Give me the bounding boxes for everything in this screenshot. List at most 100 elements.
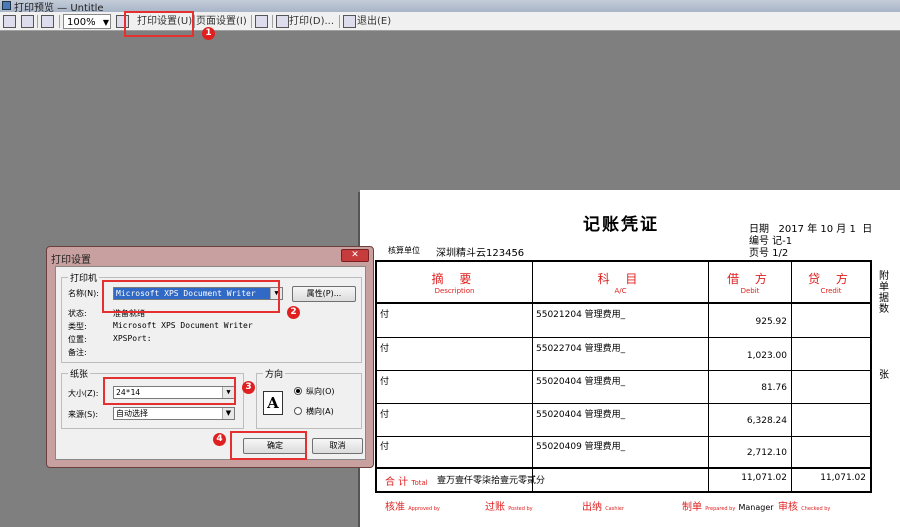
header-summary-cn: 摘 要 [431, 272, 478, 286]
portrait-page-icon: A [263, 391, 283, 415]
landscape-radio[interactable] [294, 407, 302, 415]
row-summary: 付 [380, 344, 390, 354]
voucher-page-number: 页号 1/2 [749, 248, 789, 259]
zoom-select[interactable]: 100% ▼ [63, 14, 111, 29]
row-debit: 925.92 [755, 317, 788, 327]
signature-label: 制单 [682, 502, 702, 513]
row-account: 55020404 管理费用_ [536, 410, 626, 420]
date-day: 1 [849, 224, 856, 235]
signature-label-en: Approved by [408, 506, 440, 512]
layout-icon[interactable] [255, 15, 268, 28]
row-debit: 6,328.24 [746, 416, 787, 426]
step-badge-1: 1 [202, 27, 215, 40]
toolbar-separator [272, 15, 273, 28]
status-label: 状态: [68, 309, 87, 318]
voucher-title: 记账凭证 [583, 215, 659, 235]
row-line [377, 436, 870, 437]
step-badge-3: 3 [242, 381, 255, 394]
signature-label: 核准 [385, 502, 405, 513]
printer-name-highlight [102, 280, 280, 313]
signature-label-en: Prepared by [705, 506, 736, 512]
header-summary: 摘 要 Description [377, 262, 532, 295]
signature-label-en: Checked by [801, 506, 831, 512]
total-label-en: Total [411, 479, 428, 487]
row-account: 55022704 管理费用_ [536, 344, 626, 354]
total-in-words: 壹万壹仟零柒拾壹元零贰分 [437, 476, 546, 486]
ok-button-highlight [230, 431, 307, 460]
grid-icon[interactable] [41, 15, 54, 28]
dialog-close-button[interactable]: ✕ [341, 249, 369, 262]
col-line [532, 262, 533, 491]
toolbar-separator [59, 15, 60, 28]
row-summary: 付 [380, 310, 390, 320]
toolbar-separator [339, 15, 340, 28]
total-label-cn: 合 计 [385, 477, 409, 488]
total-credit: 11,071.02 [820, 473, 866, 483]
signature-label: 过账 [485, 502, 505, 513]
where-label: 位置: [68, 335, 87, 344]
page-setup-button[interactable]: 页面设置(I) [196, 14, 247, 29]
printer-properties-button[interactable]: 属性(P)... [292, 286, 356, 302]
orientation-group-label: 方向 [263, 367, 286, 380]
paper-source-value: 自动选择 [116, 409, 148, 418]
date-month: 10 [820, 224, 834, 235]
voucher-table: 摘 要 Description 科 目 A/C 借 方 Debit 贷 方 Cr… [375, 260, 872, 493]
date-day-unit: 日 [862, 224, 873, 235]
signature-prepared: 制单 Prepared by Manager [682, 498, 774, 513]
printer-icon [276, 15, 289, 28]
header-credit-cn: 贷 方 [808, 272, 854, 286]
step-badge-4: 4 [213, 433, 226, 446]
header-debit-en: Debit [740, 287, 760, 295]
row-line [377, 370, 870, 371]
print-button[interactable]: 打印(D)... [289, 14, 334, 29]
type-label: 类型: [68, 322, 87, 331]
date-month-unit: 月 [836, 224, 847, 235]
col-line [791, 262, 792, 491]
header-summary-en: Description [434, 287, 475, 295]
chevron-down-icon: ▼ [102, 18, 109, 27]
row-line [377, 337, 870, 338]
total-label: 合 计 Total [385, 473, 428, 488]
paper-source-label: 来源(S): [68, 410, 99, 419]
dialog-title: 打印设置 [51, 255, 91, 266]
chevron-down-icon: ▼ [222, 408, 234, 419]
cancel-button[interactable]: 取消 [312, 438, 363, 454]
header-debit-cn: 借 方 [727, 272, 773, 286]
portrait-label: 纵向(O) [306, 387, 335, 396]
header-credit-en: Credit [820, 287, 842, 295]
row-summary: 付 [380, 442, 390, 452]
zoom-value: 100% [67, 17, 96, 28]
signature-posted: 过账 Posted by [485, 498, 533, 513]
paper-size-label: 大小(Z): [68, 389, 99, 398]
signature-approved: 核准 Approved by [385, 498, 440, 513]
row-line [377, 403, 870, 404]
signature-checked: 审核 Checked by [778, 498, 830, 513]
voucher-page: 记账凭证 日期 2017 年 10 月 1 日 编号 记-1 页号 1/2 核算… [360, 190, 900, 527]
exit-icon [343, 15, 356, 28]
unit-name: 深圳精斗云123456 [436, 248, 525, 259]
step-badge-2: 2 [287, 306, 300, 319]
paper-group-label: 纸张 [68, 367, 91, 380]
prepared-by-value: Manager [738, 503, 774, 512]
row-account: 55020409 管理费用_ [536, 442, 626, 452]
toolbar-separator [251, 15, 252, 28]
paper-source-select[interactable]: 自动选择 ▼ [113, 407, 235, 420]
printer-group-label: 打印机 [68, 271, 100, 284]
total-debit: 11,071.02 [741, 473, 787, 483]
print-setup-highlight [124, 11, 194, 37]
view-icon[interactable] [21, 15, 34, 28]
exit-button[interactable]: 退出(E) [357, 14, 391, 29]
header-account-cn: 科 目 [597, 272, 644, 286]
row-line [377, 302, 870, 304]
window-title: 打印预览 — Untitle [14, 3, 104, 12]
first-page-icon[interactable] [3, 15, 16, 28]
signature-label-en: Cashier [605, 506, 625, 512]
signature-label-en: Posted by [508, 506, 533, 512]
row-account: 55020404 管理费用_ [536, 377, 626, 387]
portrait-radio[interactable] [294, 387, 302, 395]
printer-name-label: 名称(N): [68, 289, 99, 298]
row-debit: 81.76 [761, 383, 787, 393]
paper-size-highlight [103, 377, 236, 405]
row-summary: 付 [380, 410, 390, 420]
row-summary: 付 [380, 377, 390, 387]
